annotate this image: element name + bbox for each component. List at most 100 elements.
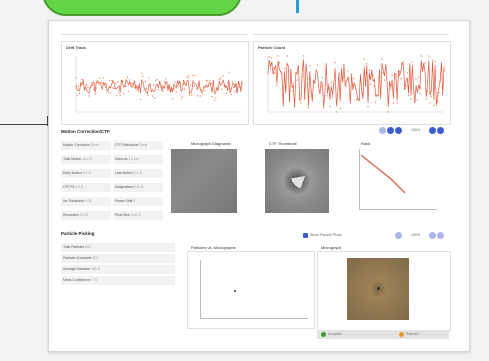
series-point: [366, 63, 368, 65]
series-point: [76, 95, 78, 97]
zoom-out-icon[interactable]: [379, 127, 386, 134]
picking-field-value: 842: [84, 245, 91, 249]
micrograph-legend-bar: Accepted Rejected: [317, 330, 449, 339]
series-point: [187, 75, 189, 77]
series-point: [107, 91, 109, 94]
series-point: [188, 94, 191, 96]
motion-field-value: 210 Å: [133, 185, 144, 189]
series-point: [90, 82, 93, 84]
picking-field-row: Average Diameter 160 Å: [61, 265, 175, 274]
series-point: [415, 78, 417, 80]
series-point: [334, 61, 336, 64]
series-point: [428, 55, 430, 57]
series-point: [396, 102, 398, 104]
series-point: [348, 77, 350, 79]
micrograph-diagnostic-image: [171, 149, 237, 213]
series-point: [213, 99, 216, 101]
series-point: [368, 69, 370, 71]
ctf-thumbnail-title: CTF Thumbnail: [269, 141, 297, 146]
series-point: [221, 88, 223, 91]
series-point: [416, 99, 419, 101]
motion-prev-button[interactable]: [429, 127, 436, 134]
rank-plot-title: Rank: [361, 141, 371, 146]
show-picks-checkbox[interactable]: [303, 233, 308, 238]
series-point: [321, 76, 324, 79]
series-point: [411, 61, 413, 63]
series-point: [222, 75, 224, 77]
series-point: [219, 77, 222, 79]
series-point: [330, 81, 332, 84]
prev-plot-strip-right: [253, 21, 449, 35]
series-point: [232, 87, 235, 89]
motion-field-value: Done: [89, 143, 99, 147]
motion-field-value: 0: [132, 199, 136, 203]
show-picks-label: Show Particle Picks: [310, 233, 342, 237]
motion-field-row: Late Motion 5.1 Å: [113, 169, 163, 178]
micrograph-diagnostic-title: Micrograph Diagnostic: [191, 141, 231, 146]
series-point: [374, 101, 377, 103]
reset-icon[interactable]: [387, 127, 394, 134]
motion-field-value: 0.83 Å: [129, 213, 141, 217]
series-point: [269, 68, 272, 70]
series-point: [108, 79, 111, 82]
picking-next-button[interactable]: [437, 232, 444, 239]
drift-plot-svg: [75, 56, 243, 113]
series-point: [199, 95, 201, 97]
series-point: [296, 79, 298, 81]
decor-side-line: [0, 124, 48, 125]
picking-field-row: Total Particles 842: [61, 243, 175, 252]
series-point: [343, 63, 345, 66]
picking-prev-button[interactable]: [429, 232, 436, 239]
motion-field-value: 5.1 Å: [132, 171, 142, 175]
series-point: [425, 98, 427, 100]
series-point: [111, 79, 113, 82]
micrograph-panel: [317, 251, 451, 331]
motion-field-row: Early Motion 9.1 Å: [61, 169, 111, 178]
series-point: [335, 111, 338, 113]
series-point: [113, 88, 115, 90]
motion-field-value: 1.05: [83, 199, 92, 203]
picking-zoom-out-icon[interactable]: [395, 232, 402, 239]
series-point: [195, 88, 198, 90]
series-point: [433, 104, 435, 107]
series-point: [326, 95, 329, 97]
series-point: [323, 107, 325, 109]
ctf-wedge: [291, 163, 319, 189]
zoom-in-icon[interactable]: [395, 127, 402, 134]
series-point: [151, 95, 154, 97]
accepted-legend-swatch: [321, 332, 326, 337]
series-point: [75, 77, 77, 79]
motion-field-row: Astigmatism 210 Å: [113, 183, 163, 192]
series-point: [369, 83, 372, 86]
series-point: [205, 80, 207, 82]
motion-next-button[interactable]: [437, 127, 444, 134]
series-point: [418, 76, 420, 78]
series-point: [392, 102, 395, 104]
series-point: [430, 95, 432, 98]
series-point: [129, 79, 131, 81]
series-point: [115, 95, 118, 97]
prev-plot-strip-left: [61, 21, 247, 35]
series-point: [228, 71, 230, 73]
series-point: [407, 94, 410, 97]
drift-plot: Drift Track: [61, 41, 249, 125]
motion-field-value: 9.1 Å: [81, 171, 91, 175]
series-point: [78, 92, 81, 95]
series-point: [230, 93, 232, 96]
app-screen: Drift Track Particle Count Motion Correc…: [48, 20, 470, 352]
series-point: [139, 98, 142, 101]
series-point: [419, 92, 421, 94]
series-point: [119, 94, 121, 97]
decor-green-pill: [42, 0, 242, 16]
series-point: [218, 78, 220, 81]
series-point: [328, 83, 330, 85]
series-point: [339, 107, 341, 110]
series-point: [273, 72, 275, 74]
series-point: [109, 92, 112, 94]
series-point: [94, 93, 96, 95]
series-point: [100, 81, 102, 84]
picking-field-value: 0.71: [89, 278, 98, 282]
particle-count-svg: [267, 55, 445, 113]
series-point: [148, 77, 150, 79]
series-point: [292, 82, 294, 84]
